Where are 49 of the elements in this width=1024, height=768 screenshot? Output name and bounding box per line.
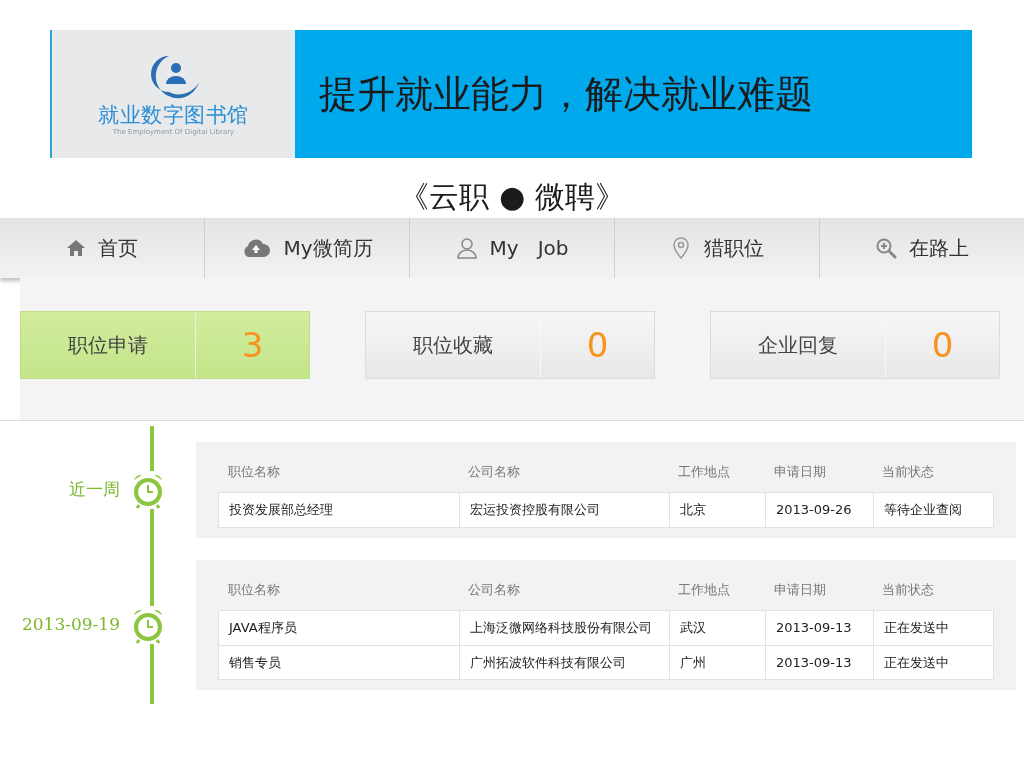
table-cell: 正在发送中 [873, 646, 989, 679]
zoom-in-icon [875, 237, 897, 259]
stat-label: 职位申请 [67, 332, 149, 359]
table-cell: 北京 [669, 493, 765, 527]
timeline-period: 2013-09-19 [22, 613, 120, 637]
table-cell: 上海泛微网络科技股份有限公司 [459, 611, 669, 645]
table-cell: 宏运投资控股有限公司 [459, 493, 669, 527]
stat-label: 企业回复 [757, 332, 839, 359]
column-header: 申请日期 [773, 463, 827, 482]
table-cell-text: JAVA程序员 [227, 619, 298, 638]
column-header: 工作地点 [677, 581, 731, 600]
person-icon [455, 237, 478, 259]
slogan-text: 提升就业能力，解决就业难题 [319, 70, 813, 118]
table-cell: 等待企业查阅 [873, 493, 989, 527]
logo-title: 就业数字图书馆 [98, 101, 249, 128]
table-cell-text: 投资发展部总经理 [228, 501, 334, 520]
table-cell: 广州拓波软件科技有限公司 [459, 646, 669, 679]
stat-tab[interactable]: 企业回复 0 [710, 311, 1000, 379]
stat-count: 3 [195, 312, 309, 378]
stat-count: 0 [540, 312, 654, 378]
stat-label: 职位收藏 [412, 332, 494, 359]
timeline-period: 近一周 [69, 478, 120, 502]
column-header: 公司名称 [467, 581, 521, 600]
table-cell: 广州 [669, 646, 765, 679]
column-header: 申请日期 [773, 581, 827, 600]
table-cell-text: 销售专员 [228, 653, 282, 672]
stat-tab[interactable]: 职位申请 3 [20, 311, 310, 379]
location-pin-icon [670, 237, 692, 259]
nav-link[interactable]: My Job [455, 233, 569, 263]
table-cell: 武汉 [669, 611, 765, 645]
table-cell: 2013-09-13 [765, 646, 873, 679]
column-header: 公司名称 [467, 463, 521, 482]
stat-tab[interactable]: 职位收藏 0 [365, 311, 655, 379]
nav-link[interactable]: 猎职位 [670, 233, 764, 263]
subtitle-text: 《云职 ● 微聘》 [399, 182, 625, 212]
table-cell: 正在发送中 [873, 611, 989, 645]
nav-link[interactable]: 首页 [66, 233, 138, 263]
column-header: 职位名称 [227, 463, 281, 482]
nav-link[interactable]: 在路上 [875, 233, 969, 263]
column-header: 当前状态 [881, 463, 935, 482]
nav-link[interactable]: My微简历 [241, 233, 373, 263]
table-cell: 2013-09-26 [765, 493, 873, 527]
column-header: 工作地点 [677, 463, 731, 482]
cloud-upload-icon [241, 238, 272, 258]
table-cell: 2013-09-13 [765, 611, 873, 645]
column-header: 职位名称 [227, 581, 281, 600]
home-icon [66, 238, 86, 258]
stat-count: 0 [885, 312, 999, 378]
column-header: 当前状态 [881, 581, 935, 600]
